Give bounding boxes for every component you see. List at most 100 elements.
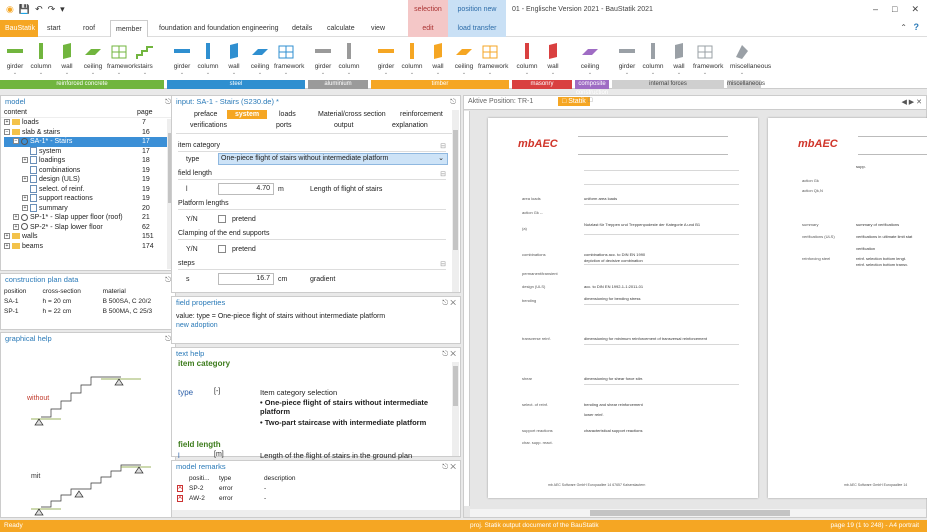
tab-start[interactable]: start: [42, 20, 66, 37]
chevron-down-icon[interactable]: ⌄: [730, 70, 754, 76]
tab-view[interactable]: view: [366, 20, 390, 37]
ribbon-button-wall[interactable]: wall ⌄: [55, 41, 79, 76]
chevron-down-icon[interactable]: ⌄: [311, 70, 335, 76]
ribbon-button-column[interactable]: column ⌄: [337, 41, 361, 76]
ribbon-button-ceiling[interactable]: ceiling ⌄: [248, 41, 272, 76]
new-tab-icon[interactable]: □: [588, 97, 592, 104]
tab-statik[interactable]: □ Statik: [558, 97, 590, 106]
doc-nav-controls[interactable]: ◀ ▶ ✕: [901, 98, 922, 106]
chevron-down-icon[interactable]: ⌄: [274, 70, 298, 76]
expand-icon[interactable]: +: [4, 233, 10, 240]
ribbon-button-girder[interactable]: girder ⌄: [615, 41, 639, 76]
expand-icon[interactable]: +: [22, 204, 28, 211]
expand-icon[interactable]: +: [22, 157, 28, 164]
tree-item[interactable]: combinations 19: [4, 165, 175, 176]
chevron-down-icon[interactable]: ⌄: [515, 70, 539, 76]
table-row[interactable]: SP-1 h = 22 cm B 500MA, C 25/3: [1, 306, 175, 316]
l-input[interactable]: 4.70: [218, 183, 274, 195]
section-item-category[interactable]: item category ⊟: [178, 142, 446, 152]
tree-item[interactable]: system 17: [4, 146, 175, 157]
ribbon-button-miscellaneous[interactable]: miscellaneous ⌄: [730, 41, 771, 76]
chevron-down-icon[interactable]: ⌄: [55, 70, 79, 76]
tab-foundation[interactable]: foundation and foundation engineering: [154, 20, 284, 37]
ribbon-button-column[interactable]: column ⌄: [641, 41, 665, 76]
ribbon-button-column[interactable]: column ⌄: [196, 41, 220, 76]
collapse-icon[interactable]: ⊟: [440, 142, 446, 150]
tree-item[interactable]: + SP-2* - Slap lower floor 62: [4, 223, 175, 233]
expand-icon[interactable]: +: [13, 223, 19, 230]
tree-item[interactable]: + loads 7: [4, 118, 175, 128]
chevron-down-icon[interactable]: ⌄: [222, 70, 246, 76]
chevron-down-icon[interactable]: ⌄: [133, 70, 157, 76]
ribbon-button-wall[interactable]: wall ⌄: [667, 41, 691, 76]
maximize-button[interactable]: □: [892, 4, 897, 15]
tree-item[interactable]: + SP-1* - Slap upper floor (roof) 21: [4, 213, 175, 223]
mr-header[interactable]: positi...: [186, 473, 216, 483]
ribbon-button-girder[interactable]: girder ⌄: [311, 41, 335, 76]
section-steps[interactable]: steps ⊟: [178, 260, 446, 270]
tree-item[interactable]: + support reactions 19: [4, 194, 175, 204]
chevron-down-icon[interactable]: ⌄: [578, 70, 602, 76]
cp-header[interactable]: material: [100, 286, 175, 296]
ribbon-button-framework[interactable]: framework ⌄: [107, 41, 137, 76]
chevron-down-icon[interactable]: ⌄: [3, 70, 27, 76]
tab-baustatik[interactable]: BauStatik: [0, 20, 38, 37]
tab-explanation[interactable]: explanation: [392, 122, 428, 129]
ribbon-button-girder[interactable]: girder ⌄: [170, 41, 194, 76]
chevron-down-icon[interactable]: ⌄: [615, 70, 639, 76]
chevron-down-icon[interactable]: ⌄: [438, 154, 444, 164]
tab-ports[interactable]: ports: [276, 122, 292, 129]
ribbon-button-stairs[interactable]: stairs ⌄: [133, 41, 157, 76]
chevron-down-icon[interactable]: ⌄: [667, 70, 691, 76]
expand-icon[interactable]: +: [4, 119, 10, 126]
tab-preface[interactable]: preface: [194, 111, 217, 118]
chevron-down-icon[interactable]: ⌄: [81, 70, 105, 76]
ribbon-button-column[interactable]: column ⌄: [400, 41, 424, 76]
section-clamping[interactable]: Clamping of the end supports: [178, 230, 446, 240]
tab-active-position[interactable]: Aktive Position: TR-1: [468, 98, 533, 105]
tree-item[interactable]: + beams 174: [4, 242, 175, 252]
ribbon-button-column[interactable]: column ⌄: [515, 41, 539, 76]
collapse-icon[interactable]: −: [13, 138, 19, 145]
expand-icon[interactable]: +: [4, 242, 10, 249]
section-field-length[interactable]: field length ⊟: [178, 170, 446, 180]
pin-icon[interactable]: ⎋: [450, 96, 456, 108]
collapse-ribbon-icon[interactable]: ⌃: [900, 23, 907, 32]
chevron-down-icon[interactable]: ⌄: [452, 70, 476, 76]
ribbon-button-girder[interactable]: girder ⌄: [3, 41, 27, 76]
tab-material[interactable]: Material/cross section: [318, 111, 386, 118]
tab-details[interactable]: details: [287, 20, 317, 37]
ribbon-button-wall[interactable]: wall ⌄: [426, 41, 450, 76]
chevron-down-icon[interactable]: ⌄: [107, 70, 131, 76]
tab-calculate[interactable]: calculate: [322, 20, 360, 37]
collapse-icon[interactable]: −: [4, 128, 10, 135]
column-page[interactable]: page: [137, 108, 153, 118]
ribbon-button-column[interactable]: column ⌄: [29, 41, 53, 76]
ribbon-button-ceiling[interactable]: ceiling ⌄: [81, 41, 105, 76]
collapse-icon[interactable]: ⊟: [440, 260, 446, 268]
cp-header[interactable]: position: [1, 286, 40, 296]
chevron-down-icon[interactable]: ⌄: [541, 70, 565, 76]
help-icon[interactable]: ?: [914, 22, 920, 32]
remarks-h-scrollbar[interactable]: [172, 510, 460, 517]
tab-reinforcement[interactable]: reinforcement: [400, 111, 443, 118]
pin-icon[interactable]: ⎋ ✕: [442, 461, 456, 473]
tree-item[interactable]: − SA-1* - Stairs 17: [4, 137, 175, 147]
ribbon-button-girder[interactable]: girder ⌄: [374, 41, 398, 76]
collapse-icon[interactable]: ⊟: [440, 170, 446, 178]
chevron-down-icon[interactable]: ⌄: [693, 70, 717, 76]
clamping-checkbox[interactable]: [218, 245, 226, 253]
tab-loads[interactable]: loads: [279, 111, 296, 118]
platform-checkbox[interactable]: [218, 215, 226, 223]
tree-item[interactable]: select. of reinf. 19: [4, 184, 175, 195]
tab-load-transfer[interactable]: load transfer: [448, 20, 506, 37]
save-icon[interactable]: 💾: [19, 4, 30, 15]
cp-header[interactable]: cross-section: [40, 286, 100, 296]
new-adoption-link[interactable]: new adoption: [172, 320, 460, 331]
expand-icon[interactable]: +: [13, 214, 19, 221]
close-button[interactable]: ✕: [911, 4, 919, 15]
column-content[interactable]: content: [4, 109, 27, 116]
tree-item[interactable]: − slab & stairs 16: [4, 128, 175, 138]
undo-icon[interactable]: ↶: [35, 4, 43, 15]
ribbon-button-wall[interactable]: wall ⌄: [222, 41, 246, 76]
